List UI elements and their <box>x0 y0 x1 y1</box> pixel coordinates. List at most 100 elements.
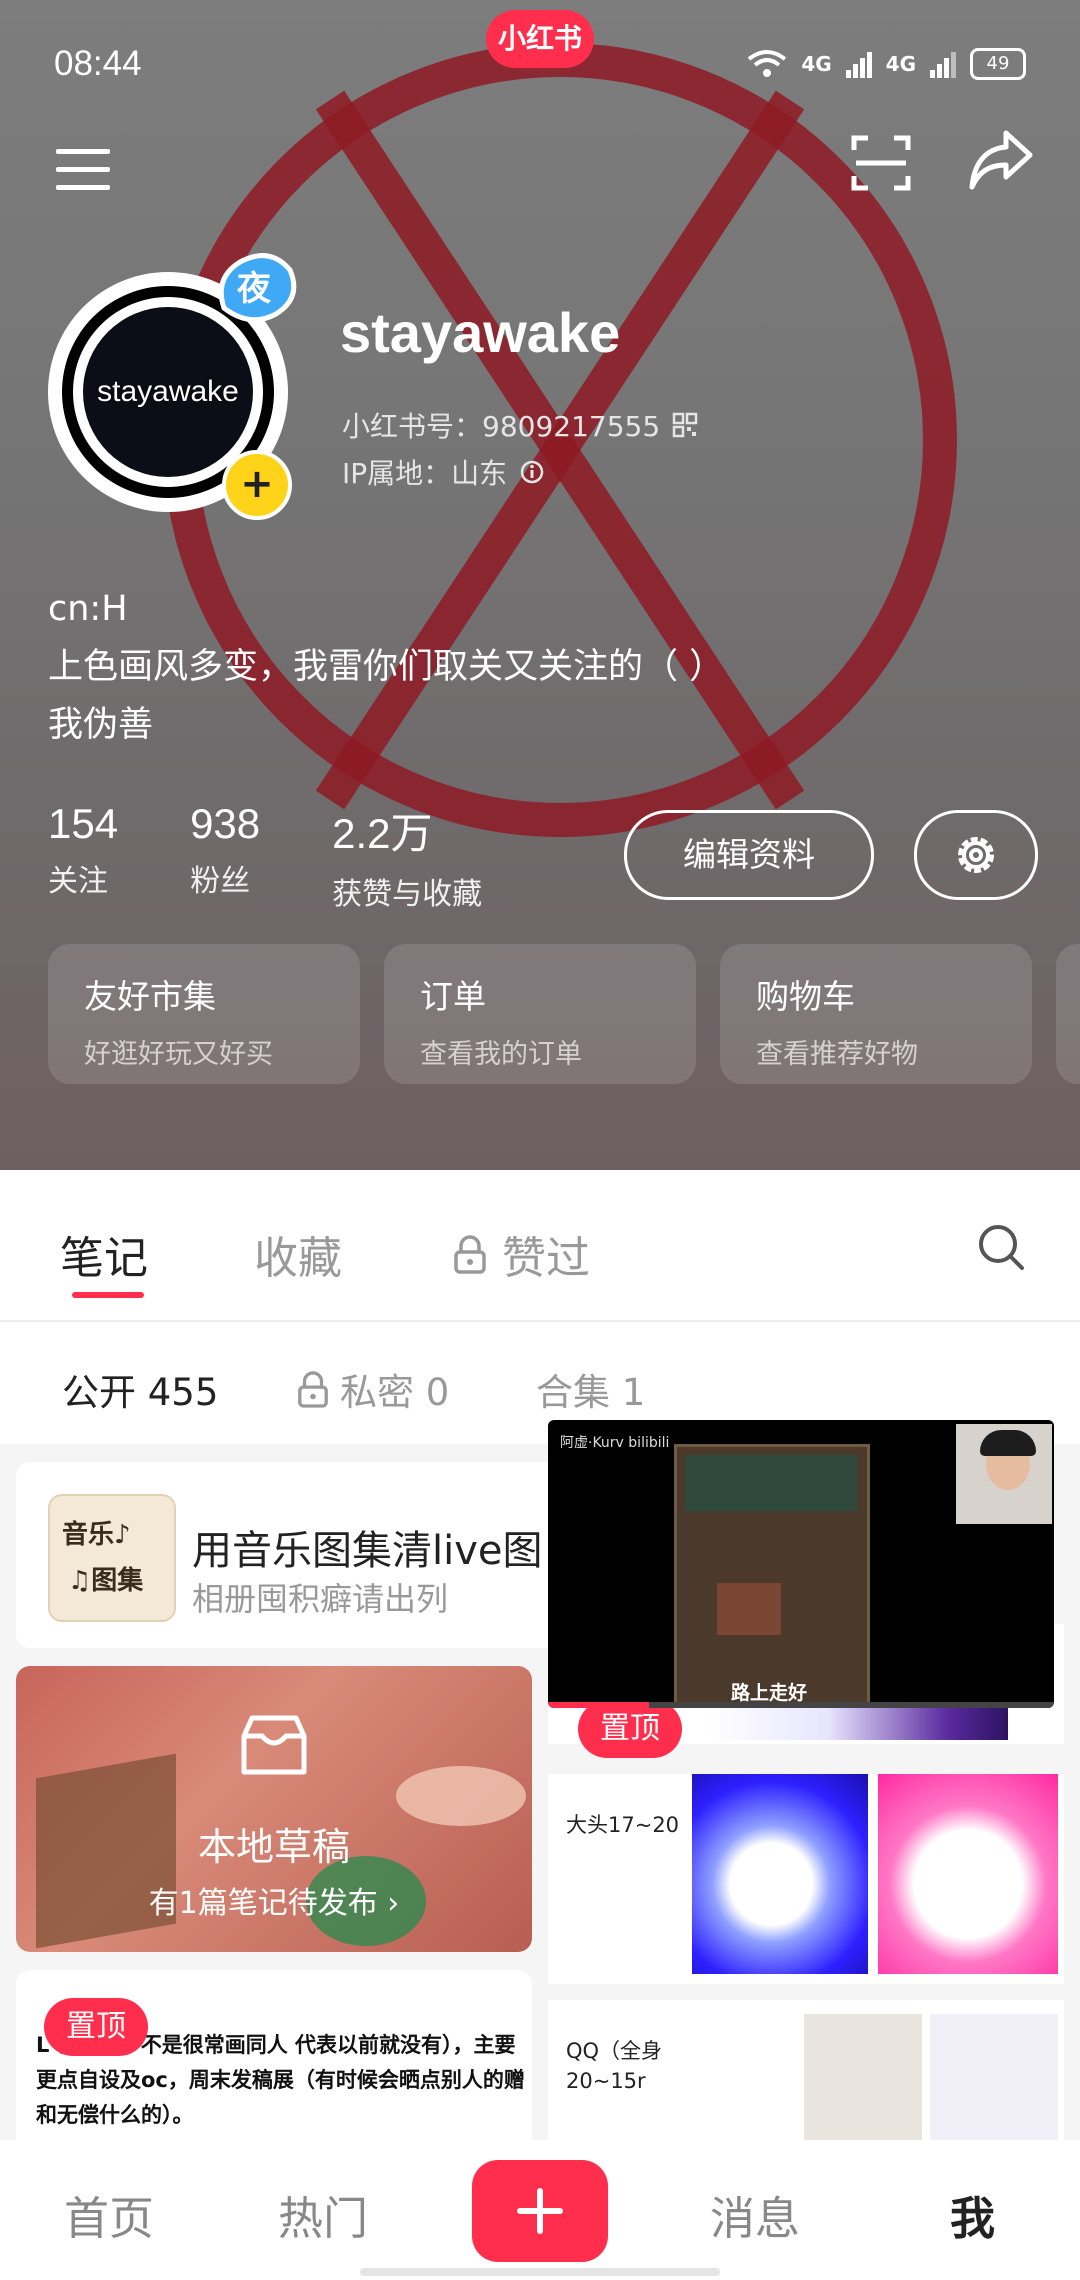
stat-value: 938 <box>190 800 261 847</box>
search-icon[interactable] <box>976 1222 1026 1272</box>
stat-label: 获赞与收藏 <box>332 877 483 912</box>
stat-value: 154 <box>48 800 119 847</box>
stat-followers[interactable]: 938 粉丝 <box>190 800 260 913</box>
thumb-text: 音乐♪ <box>62 1520 131 1550</box>
card-title: 订单 <box>420 977 486 1016</box>
nav-me[interactable]: 我 <box>950 2182 995 2247</box>
scan-icon[interactable] <box>846 128 916 198</box>
ip-location: IP属地：山东 <box>342 452 545 492</box>
local-draft-card[interactable]: 本地草稿 有1篇笔记待发布 › <box>16 1666 532 1952</box>
status-time: 08:44 <box>54 44 142 83</box>
card-subtitle: 查看推荐好物 <box>756 1039 918 1070</box>
settings-button[interactable] <box>914 810 1038 900</box>
create-post-button[interactable] <box>472 2160 608 2262</box>
note-artwork <box>878 1774 1058 1974</box>
card-market[interactable]: 友好市集 好逛好玩又好买 <box>48 944 360 1084</box>
svg-text:夜: 夜 <box>236 269 272 309</box>
bio-line: 我伪善 <box>48 705 154 745</box>
note-card[interactable]: QQ（全身 20~15r <box>548 2000 1064 2140</box>
card-orders[interactable]: 订单 查看我的订单 <box>384 944 696 1084</box>
pinned-badge: 置顶 <box>44 1998 148 2056</box>
video-frame <box>717 1583 781 1635</box>
card-next-peek[interactable] <box>1056 944 1080 1084</box>
signal-icon <box>845 52 872 78</box>
home-indicator <box>360 2268 720 2276</box>
subtab-private[interactable]: 私密 0 <box>296 1362 449 1416</box>
redbook-id: 小红书号：9809217555 <box>342 405 698 445</box>
thumb-text: ♫图集 <box>68 1566 144 1596</box>
bio-line: cn:H <box>48 589 128 629</box>
draft-title: 本地草稿 <box>197 1825 350 1869</box>
nav-home[interactable]: 首页 <box>64 2182 154 2247</box>
qrcode-icon[interactable] <box>672 412 698 438</box>
stat-value: 2.2万 <box>332 810 433 857</box>
tab-collections[interactable]: 收藏 <box>254 1222 342 1286</box>
stat-label: 关注 <box>48 864 108 899</box>
lock-icon <box>454 1235 486 1274</box>
active-tab-indicator <box>72 1292 144 1298</box>
subtab-private-label: 私密 0 <box>340 1371 450 1414</box>
gear-icon <box>958 837 994 873</box>
note-artwork <box>804 2014 922 2140</box>
profile-header: 08:44 小红书 4G 4G 49 stayawake 夜 + stayawa… <box>0 0 1080 1170</box>
card-subtitle: 好逛好玩又好买 <box>84 1039 273 1070</box>
note-card[interactable]: 大头17~20 <box>548 1774 1064 1984</box>
content-tabs: 笔记 收藏 赞过 <box>0 1170 1080 1322</box>
stats-row: 154 关注 938 粉丝 2.2万 获赞与收藏 <box>48 800 482 913</box>
video-progress[interactable] <box>548 1702 1054 1708</box>
subtab-collections[interactable]: 合集 1 <box>536 1362 645 1416</box>
battery-icon: 49 <box>970 48 1026 80</box>
nav-messages[interactable]: 消息 <box>710 2182 800 2247</box>
edit-profile-button[interactable]: 编辑资料 <box>624 810 874 900</box>
avatar-sticker-icon: 夜 <box>218 253 297 323</box>
card-cart[interactable]: 购物车 查看推荐好物 <box>720 944 1032 1084</box>
bottom-nav: 首页 热门 消息 我 <box>0 2140 1080 2280</box>
nickname: stayawake <box>340 301 621 364</box>
bio: cn:H 上色画风多变，我雷你们取关又关注的（ ） 我伪善 <box>48 580 724 754</box>
music-card-subtitle: 相册囤积癖请出列 <box>192 1580 449 1618</box>
subtab-public[interactable]: 公开 455 <box>62 1362 218 1416</box>
info-icon[interactable] <box>519 459 545 485</box>
note-label: QQ（全身 20~15r <box>566 2039 663 2093</box>
note-label: 大头17~20 <box>566 1813 680 1837</box>
card-title: 友好市集 <box>84 977 216 1016</box>
avatar-text: stayawake <box>97 375 239 408</box>
draft-box-icon <box>241 1715 307 1775</box>
video-source: 阿虚·Kurv bilibili <box>560 1435 670 1451</box>
tab-liked-label: 赞过 <box>502 1233 590 1284</box>
video-webcam <box>956 1424 1052 1524</box>
video-frame <box>685 1455 857 1511</box>
share-icon[interactable] <box>966 125 1036 195</box>
card-title: 购物车 <box>756 977 855 1016</box>
note-artwork <box>930 2014 1058 2140</box>
tab-notes[interactable]: 笔记 <box>60 1222 148 1286</box>
stat-label: 粉丝 <box>190 864 251 899</box>
status-bar: 08:44 小红书 4G 4G 49 <box>0 0 1080 120</box>
bio-line: 上色画风多变，我雷你们取关又关注的（ ） <box>48 647 725 687</box>
wifi-icon <box>748 50 787 77</box>
video-caption: 路上走好 <box>730 1682 807 1704</box>
video-frame <box>674 1444 870 1706</box>
app-badge: 小红书 <box>486 10 594 68</box>
signal-icon-2 <box>930 52 956 78</box>
draft-subtitle: 有1篇笔记待发布 › <box>148 1886 400 1921</box>
music-card-title: 用音乐图集清live图 <box>192 1528 543 1574</box>
menu-icon[interactable] <box>50 135 120 205</box>
nav-hot[interactable]: 热门 <box>278 2182 368 2247</box>
note-artwork <box>692 1774 868 1974</box>
avatar-add-button[interactable]: + <box>222 450 292 520</box>
status-icons: 4G 4G 49 <box>747 48 1026 80</box>
video-progress-fill <box>548 1702 650 1708</box>
pinned-badge: 置顶 <box>578 1700 682 1758</box>
stat-likes[interactable]: 2.2万 获赞与收藏 <box>332 800 482 913</box>
card-subtitle: 查看我的订单 <box>420 1039 582 1070</box>
network-label-1: 4G <box>801 52 832 76</box>
music-album-thumb: 音乐♪ ♫图集 <box>48 1494 176 1622</box>
service-cards: 友好市集 好逛好玩又好买 订单 查看我的订单 购物车 查看推荐好物 <box>48 944 1080 1084</box>
tab-liked[interactable]: 赞过 <box>452 1222 590 1286</box>
network-label-2: 4G <box>885 52 916 76</box>
redbook-id-label: 小红书号：9809217555 <box>342 410 661 443</box>
stat-following[interactable]: 154 关注 <box>48 800 118 913</box>
floating-video-player[interactable]: 阿虚·Kurv bilibili 路上走好 <box>548 1420 1054 1708</box>
video-webcam <box>980 1430 1036 1456</box>
